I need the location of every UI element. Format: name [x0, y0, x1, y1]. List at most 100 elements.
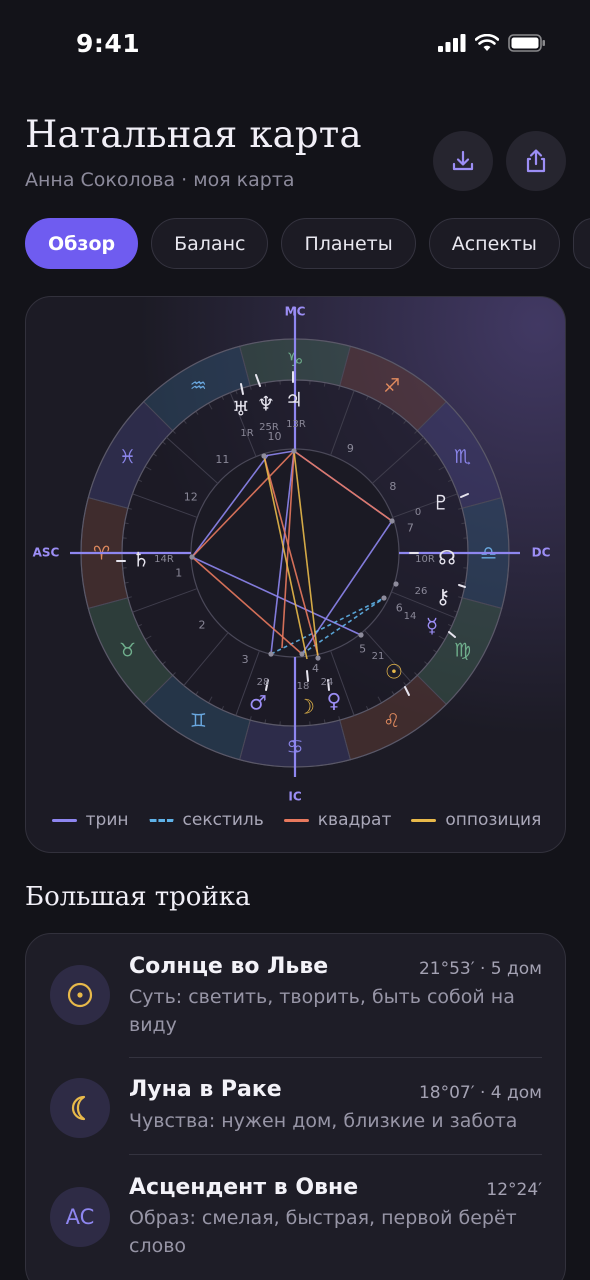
divider	[129, 1057, 542, 1058]
house-number-11: 11	[215, 453, 229, 466]
big-three-position: 21°53′ · 5 дом	[418, 959, 542, 979]
planet-chiron-icon: ⚷	[436, 585, 451, 609]
big-three-position: 18°07′ · 4 дом	[418, 1083, 542, 1103]
zodiac-scorpio-icon: ♏	[454, 446, 471, 468]
legend-swatch-trine	[51, 818, 77, 822]
status-bar: 9:41	[0, 0, 590, 90]
house-number-8: 8	[389, 480, 396, 493]
planet-degree-uranus: 1R	[240, 428, 253, 439]
planet-degree-chiron: 26	[415, 586, 428, 597]
sun-icon	[50, 965, 110, 1025]
zodiac-sagittarius-icon: ♐	[383, 375, 400, 397]
planet-saturn-icon: ♄	[132, 548, 150, 572]
aspect-node-dot	[189, 554, 195, 560]
legend-item-square: квадрат	[283, 810, 392, 830]
legend-item-trine: трин	[51, 810, 129, 830]
big-three-name: Солнце во Льве	[129, 954, 329, 979]
planet-pluto-icon: ♇	[432, 491, 450, 515]
planet-degree-saturn: 14R	[154, 554, 174, 565]
big-three-title: Большая тройка	[25, 882, 251, 912]
big-three-description: Чувства: нужен дом, близкие и забота	[129, 1110, 518, 1132]
planet-moon-icon: ☽	[297, 695, 315, 719]
axis-label-dc: DC	[532, 546, 551, 560]
zodiac-gemini-icon: ♊	[190, 710, 207, 732]
download-button[interactable]	[433, 131, 493, 191]
legend-swatch-square	[283, 818, 309, 822]
aspect-node-dot	[389, 518, 395, 524]
ascendant-icon: AC	[50, 1187, 110, 1247]
big-three-position: 12°24′	[486, 1180, 542, 1200]
wifi-icon	[475, 34, 499, 51]
planet-node-icon: ☊	[438, 546, 456, 570]
legend-swatch-sextile	[148, 818, 174, 822]
aspect-node-dot	[291, 448, 297, 454]
share-icon	[526, 149, 546, 173]
legend-label: оппозиция	[445, 810, 542, 830]
axis-label-asc: ASC	[33, 546, 60, 560]
moon-icon	[50, 1078, 110, 1138]
status-icons	[438, 34, 546, 52]
planet-degree-neptune: 25R	[259, 422, 279, 433]
house-number-1: 1	[175, 566, 182, 579]
big-three-name: Луна в Раке	[129, 1077, 282, 1102]
aspect-node-dot	[299, 651, 305, 657]
big-three-name: Асцендент в Овне	[129, 1175, 359, 1200]
planet-degree-mars: 28	[257, 677, 270, 688]
natal-chart-card: ♑♐♏♎♍♌♋♊♉♈♓♒123456789101112MCICASCDC♅1R♆…	[25, 296, 566, 853]
planet-mars-icon: ♂	[249, 691, 267, 715]
aspect-node-dot	[315, 655, 321, 661]
planet-degree-pluto: 0	[415, 507, 421, 518]
aspect-node-dot	[261, 453, 267, 459]
divider	[129, 1154, 542, 1155]
legend-swatch-opposition	[411, 818, 437, 822]
tab-balance[interactable]: Баланс	[151, 218, 269, 269]
legend-item-opposition: оппозиция	[411, 810, 541, 830]
share-button[interactable]	[506, 131, 566, 191]
tab-overview[interactable]: Обзор	[25, 218, 139, 269]
aspect-node-dot	[393, 581, 399, 587]
house-number-2: 2	[199, 619, 206, 632]
tab-planets[interactable]: Планеты	[281, 218, 416, 269]
tab-aspects[interactable]: Аспекты	[428, 218, 560, 269]
legend-item-sextile: секстиль	[148, 810, 264, 830]
planet-jupiter-icon: ♃	[285, 388, 303, 412]
legend-label: секстиль	[182, 810, 264, 830]
legend-label: трин	[85, 810, 129, 830]
planet-neptune-icon: ♆	[257, 392, 275, 416]
planet-venus-icon: ♀	[327, 689, 342, 713]
house-number-12: 12	[184, 491, 198, 504]
download-icon	[452, 150, 474, 171]
natal-chart-wheel[interactable]: ♑♐♏♎♍♌♋♊♉♈♓♒123456789101112MCICASCDC♅1R♆…	[25, 296, 566, 853]
page-subtitle: Анна Соколова · моя карта	[25, 169, 295, 191]
big-three-description: Образ: смелая, быстрая, первой берёт сло…	[129, 1207, 517, 1257]
signal-icon	[438, 34, 466, 52]
planet-degree-sun: 21	[372, 651, 385, 662]
house-number-4: 4	[312, 662, 319, 675]
battery-icon	[508, 34, 545, 52]
zodiac-aquarius-icon: ♒	[190, 375, 207, 397]
planet-degree-node: 10R	[415, 554, 435, 565]
axis-label-ic: IC	[288, 790, 301, 804]
aspect-node-dot	[268, 651, 274, 657]
house-number-3: 3	[242, 653, 249, 666]
ascendant-icon-label: AC	[65, 1205, 95, 1229]
planet-degree-venus: 24	[321, 677, 334, 688]
aspect-node-dot	[358, 632, 364, 638]
tab-more[interactable]	[572, 218, 590, 269]
planet-degree-mercury: 14	[404, 611, 417, 622]
house-number-5: 5	[359, 643, 366, 656]
planet-sun-icon: ☉	[385, 660, 403, 684]
planet-uranus-icon: ♅	[232, 397, 250, 421]
chart-legend: трин секстиль квадрат оппозиция	[26, 810, 565, 830]
tab-bar: Обзор Баланс Планеты Аспекты	[25, 218, 590, 269]
status-time: 9:41	[76, 29, 141, 58]
zodiac-leo-icon: ♌	[383, 710, 400, 732]
house-number-9: 9	[347, 442, 354, 455]
zodiac-pisces-icon: ♓	[119, 446, 136, 468]
house-number-6: 6	[396, 601, 403, 614]
planet-degree-jupiter: 13R	[286, 419, 306, 430]
house-number-7: 7	[407, 521, 414, 534]
legend-label: квадрат	[317, 810, 392, 830]
planet-marker-moon	[306, 670, 309, 682]
planet-degree-moon: 18	[297, 681, 310, 692]
